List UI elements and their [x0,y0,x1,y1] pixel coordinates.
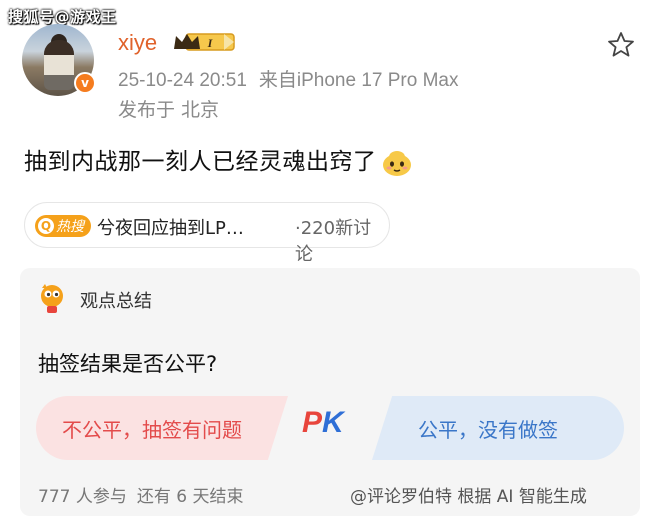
ai-attribution[interactable]: @评论罗伯特 根据 AI 智能生成 [350,482,587,507]
poll-stats: 777 人参与 还有 6 天结束 [38,482,243,507]
mascot-icon [41,284,63,313]
vote-option-fair-label: 公平，没有做签 [418,418,558,442]
verified-badge-icon: v [74,72,96,94]
emoji-icon [382,150,411,176]
author-name[interactable]: xiye [118,30,157,56]
hot-topic-chip[interactable]: Q 热搜 兮夜回应抽到LP… ·220新讨论 [24,202,390,265]
hot-search-tag: Q 热搜 [35,215,91,237]
hot-topic-count: ·220新讨论 [295,218,372,265]
search-q-icon: Q [38,218,54,234]
pk-k: K [322,406,344,439]
vote-option-unfair-label: 不公平，抽签有问题 [62,418,242,442]
post-text: 抽到内战那一刻人已经灵魂出窍了 [24,142,413,179]
hot-tag-label: 热搜 [56,219,84,235]
poll-participants: 777 人参与 [38,487,127,507]
star-icon[interactable] [606,30,636,60]
post-date: 25-10-24 20:51 [118,70,247,91]
pk-label: PK [302,406,344,440]
summary-label: 观点总结 [80,291,152,312]
poll-question: 抽签结果是否公平? [38,352,218,376]
post-meta: 25-10-24 20:51 来自iPhone 17 Pro Max [118,65,458,92]
poll-remaining: 还有 6 天结束 [136,487,244,507]
post-body: 抽到内战那一刻人已经灵魂出窍了 [24,149,377,175]
vote-option-unfair[interactable]: 不公平，抽签有问题 [36,396,288,460]
post-location: 发布于 北京 [118,99,220,121]
vote-option-fair[interactable]: 公平，没有做签 [372,396,624,460]
pk-p: P [302,406,323,439]
opinion-summary-card: 观点总结 抽签结果是否公平? 不公平，抽签有问题 PK 公平，没有做签 777 … [20,268,640,516]
post-source: 来自iPhone 17 Pro Max [258,70,459,91]
hot-topic-title: 兮夜回应抽到LP… [97,218,244,239]
avatar-figure [44,40,74,90]
level-crown-icon[interactable]: I [172,31,236,53]
